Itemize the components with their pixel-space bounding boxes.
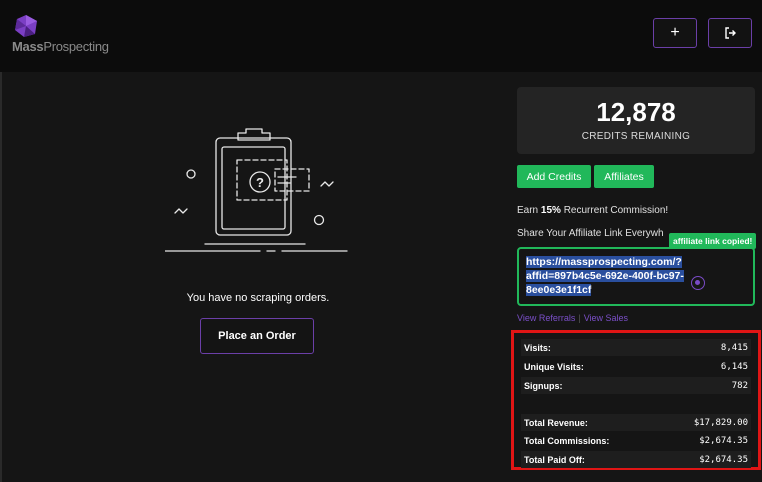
stat-row-unique-visits: Unique Visits: 6,145 bbox=[521, 358, 751, 375]
logo-text: MassProspecting bbox=[12, 39, 109, 54]
stat-label: Total Paid Off: bbox=[524, 454, 585, 465]
stat-label: Total Commissions: bbox=[524, 435, 610, 446]
link-copied-badge: affiliate link copied! bbox=[669, 233, 757, 249]
stat-label: Visits: bbox=[524, 342, 551, 353]
stat-value: 782 bbox=[731, 380, 748, 391]
logo-text-bold: Mass bbox=[12, 39, 44, 54]
left-edge bbox=[0, 72, 2, 482]
share-link-text: Share Your Affiliate Link Everywh bbox=[517, 228, 664, 239]
affiliate-link-field[interactable]: https://massprospecting.com/? affid=897b… bbox=[517, 247, 755, 306]
logout-icon bbox=[725, 27, 736, 39]
svg-text:?: ? bbox=[256, 175, 264, 190]
logout-button[interactable] bbox=[708, 18, 752, 48]
plus-icon: + bbox=[670, 24, 680, 41]
stat-label: Unique Visits: bbox=[524, 361, 584, 372]
view-sales-link[interactable]: View Sales bbox=[584, 313, 628, 323]
earn-suffix: Recurrent Commission! bbox=[560, 205, 669, 216]
stat-label: Total Revenue: bbox=[524, 417, 588, 428]
logo[interactable]: MassProspecting bbox=[10, 14, 120, 58]
stat-row-total-commissions: Total Commissions: $2,674.35 bbox=[521, 432, 751, 449]
stat-row-visits: Visits: 8,415 bbox=[521, 339, 751, 356]
logo-mark-icon bbox=[15, 15, 37, 37]
earn-prefix: Earn bbox=[517, 205, 541, 216]
place-order-button[interactable]: Place an Order bbox=[200, 318, 314, 354]
credits-card: 12,878 CREDITS REMAINING bbox=[517, 87, 755, 154]
commission-text: Earn 15% Recurrent Commission! bbox=[517, 205, 668, 216]
add-button[interactable]: + bbox=[653, 18, 697, 48]
credits-value: 12,878 bbox=[596, 97, 676, 127]
logo-text-light: Prospecting bbox=[43, 39, 109, 54]
affiliate-view-links: View Referrals | View Sales bbox=[517, 313, 628, 323]
stat-value: 8,415 bbox=[720, 342, 748, 353]
link-separator: | bbox=[578, 313, 581, 323]
view-referrals-link[interactable]: View Referrals bbox=[517, 313, 575, 323]
stat-label: Signups: bbox=[524, 380, 563, 391]
affiliate-stats-panel: Visits: 8,415 Unique Visits: 6,145 Signu… bbox=[511, 330, 761, 470]
cursor-ring-icon bbox=[691, 276, 705, 290]
empty-orders-illustration-icon: ? bbox=[165, 128, 348, 252]
affiliate-link-line-3: 8ee0e3e1f1cf bbox=[526, 284, 592, 296]
empty-orders-message: You have no scraping orders. bbox=[186, 292, 330, 304]
add-credits-button[interactable]: Add Credits bbox=[517, 165, 591, 188]
top-navbar: MassProspecting + bbox=[0, 0, 762, 72]
affiliate-link-line-2: affid=897b4c5e-692e-400f-bc97- bbox=[526, 270, 684, 282]
affiliates-button[interactable]: Affiliates bbox=[594, 165, 654, 188]
commission-percent: 15% bbox=[540, 205, 561, 216]
stat-row-total-revenue: Total Revenue: $17,829.00 bbox=[521, 414, 751, 431]
stat-row-signups: Signups: 782 bbox=[521, 377, 751, 394]
stat-row-total-paid-off: Total Paid Off: $2,674.35 bbox=[521, 451, 751, 468]
stat-value: $17,829.00 bbox=[693, 417, 748, 428]
credits-label: CREDITS REMAINING bbox=[581, 131, 691, 142]
affiliate-link-line-1: https://massprospecting.com/? bbox=[526, 256, 682, 268]
stat-value: $2,674.35 bbox=[699, 435, 748, 446]
stat-value: $2,674.35 bbox=[699, 454, 748, 465]
affiliate-link-text[interactable]: https://massprospecting.com/? affid=897b… bbox=[526, 255, 706, 297]
stat-value: 6,145 bbox=[720, 361, 748, 372]
